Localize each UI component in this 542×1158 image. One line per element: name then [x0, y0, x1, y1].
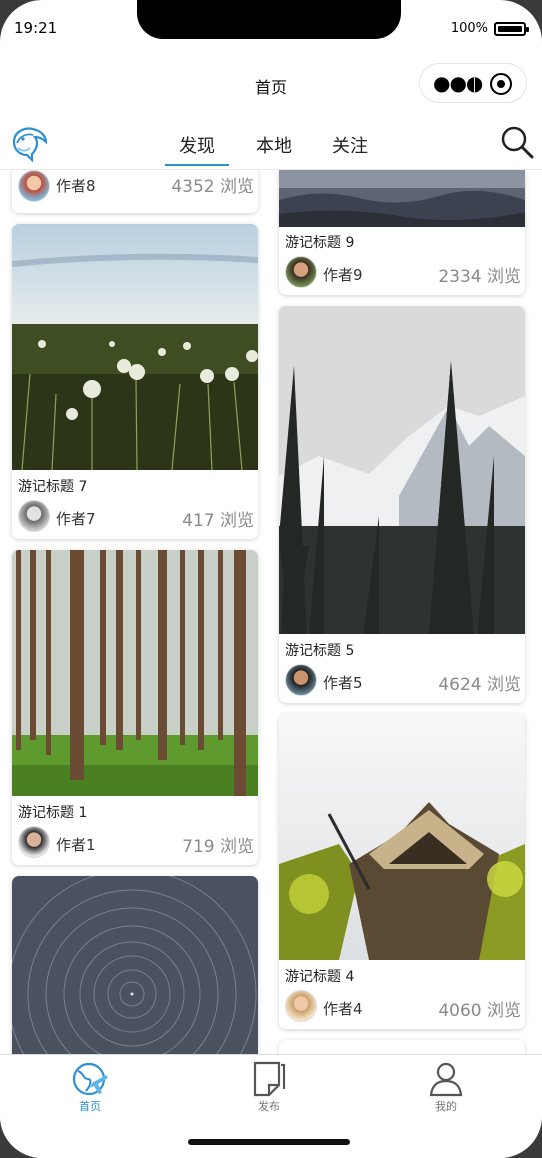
author-avatar	[285, 990, 317, 1022]
feed-card-star-trails[interactable]	[12, 876, 258, 1054]
tab-local[interactable]: 本地	[256, 132, 292, 158]
top-tab-bar: 发现 本地 关注	[0, 120, 542, 170]
card-title: 游记标题 7	[18, 479, 88, 495]
card-title: 游记标题 5	[285, 643, 355, 659]
feed-card-9[interactable]: 游记标题 9 作者9 2334 浏览	[279, 170, 525, 295]
search-icon[interactable]	[500, 125, 534, 159]
author-name: 作者5	[323, 674, 363, 692]
view-count: 4352 浏览	[171, 177, 254, 197]
user-icon	[429, 1062, 463, 1097]
card-photo	[12, 876, 258, 1054]
nav-label: 首页	[79, 1100, 101, 1113]
nav-home[interactable]: 首页	[50, 1061, 130, 1114]
nav-publish[interactable]: 发布	[229, 1061, 309, 1114]
feed-card-7[interactable]: 游记标题 7 作者7 417 浏览	[12, 224, 258, 539]
view-count: 417 浏览	[182, 511, 254, 531]
nav-label: 发布	[258, 1100, 280, 1113]
author-avatar	[285, 256, 317, 288]
nav-label: 我的	[435, 1100, 457, 1113]
globe-plane-icon	[72, 1062, 108, 1096]
author-avatar	[18, 500, 50, 532]
capsule-divider	[474, 74, 475, 94]
card-title: 游记标题 4	[285, 969, 355, 985]
status-time: 19:21	[14, 19, 58, 37]
author-name: 作者1	[56, 836, 96, 854]
view-count: 4624 浏览	[438, 675, 521, 695]
author-name: 作者8	[56, 177, 96, 195]
feed-card-1[interactable]: 游记标题 1 作者1 719 浏览	[12, 550, 258, 865]
waterfall-feed[interactable]: 作者8 4352 浏览 游记标题 9 作者9 2334 浏览 游记标题 7 作者…	[0, 170, 542, 1054]
home-indicator	[188, 1139, 350, 1145]
phone-screen: 19:21 100% 首页 ●●● 发现 本地 关注 作者8 4352 浏览 游…	[0, 0, 542, 1158]
author-name: 作者4	[323, 1000, 363, 1018]
card-photo	[12, 550, 258, 796]
battery-percent: 100%	[450, 21, 488, 36]
author-avatar	[18, 826, 50, 858]
author-avatar	[18, 170, 50, 202]
view-count: 4060 浏览	[438, 1001, 521, 1021]
view-count: 719 浏览	[182, 837, 254, 857]
document-icon	[253, 1061, 286, 1097]
card-photo	[279, 306, 525, 634]
feed-card-8[interactable]: 作者8 4352 浏览	[12, 170, 258, 213]
camera-notch	[137, 0, 401, 39]
mini-program-capsule: ●●●	[419, 63, 527, 103]
tab-discover[interactable]: 发现	[165, 132, 229, 166]
author-name: 作者7	[56, 510, 96, 528]
nav-profile[interactable]: 我的	[406, 1061, 486, 1114]
author-avatar	[285, 664, 317, 696]
tab-follow[interactable]: 关注	[332, 132, 368, 158]
feed-card-next[interactable]	[279, 1040, 525, 1054]
card-title: 游记标题 1	[18, 805, 88, 821]
author-name: 作者9	[323, 266, 363, 284]
card-photo	[279, 170, 525, 227]
card-title: 游记标题 9	[285, 235, 355, 251]
close-target-icon[interactable]	[490, 73, 512, 95]
feed-card-5[interactable]: 游记标题 5 作者5 4624 浏览	[279, 306, 525, 703]
card-photo	[279, 714, 525, 960]
dolphin-logo-icon	[12, 127, 48, 163]
view-count: 2334 浏览	[438, 267, 521, 287]
battery-icon	[494, 22, 529, 36]
card-photo	[12, 224, 258, 470]
feed-card-4[interactable]: 游记标题 4 作者4 4060 浏览	[279, 714, 525, 1029]
